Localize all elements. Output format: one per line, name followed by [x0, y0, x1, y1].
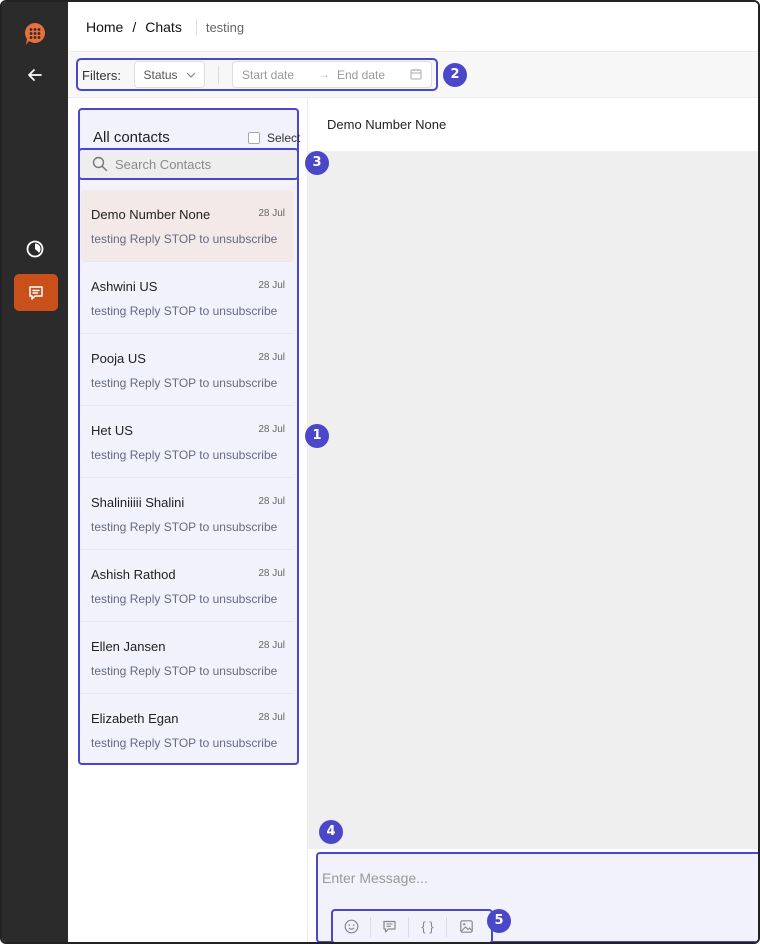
contact-preview: testing Reply STOP to unsubscribe: [91, 376, 278, 390]
contact-preview: testing Reply STOP to unsubscribe: [91, 592, 278, 606]
contact-date: 28 Jul: [258, 208, 285, 219]
clock-icon[interactable]: [25, 239, 45, 259]
image-button[interactable]: [447, 917, 485, 937]
composer-box: { }: [316, 852, 758, 942]
date-range-picker[interactable]: Start date → End date: [232, 61, 432, 88]
contact-list: Demo Number None 28 Jul testing Reply ST…: [81, 190, 294, 766]
breadcrumb: Home / Chats testing: [86, 19, 244, 35]
annotation-badge-3: 3: [305, 151, 329, 175]
contact-item[interactable]: Shaliniiiii Shalini 28 Jul testing Reply…: [81, 478, 294, 550]
template-icon: [383, 920, 396, 933]
contact-preview: testing Reply STOP to unsubscribe: [91, 736, 278, 750]
contact-name: Ashish Rathod: [91, 567, 176, 582]
image-icon: [459, 920, 473, 933]
variable-icon: { }: [421, 919, 434, 934]
search-input[interactable]: [115, 154, 285, 174]
search-icon: [92, 156, 108, 172]
contact-preview: testing Reply STOP to unsubscribe: [91, 232, 278, 246]
breadcrumb-home[interactable]: Home: [86, 19, 123, 35]
message-input[interactable]: [322, 868, 742, 888]
nav-rail: [2, 2, 68, 942]
composer-toolbar: { }: [331, 909, 493, 942]
contact-name: Ashwini US: [91, 279, 158, 294]
contact-date: 28 Jul: [258, 496, 285, 507]
message-composer: { }: [308, 849, 758, 942]
contact-name: Pooja US: [91, 351, 146, 366]
contact-name: Het US: [91, 423, 133, 438]
contact-item[interactable]: Ellen Jansen 28 Jul testing Reply STOP t…: [81, 622, 294, 694]
annotation-badge-2: 2: [443, 63, 467, 87]
end-date-input[interactable]: End date: [337, 68, 385, 82]
contact-date: 28 Jul: [258, 568, 285, 579]
filters-label: Filters:: [82, 68, 121, 83]
chat-message-area: [308, 151, 758, 849]
contact-item[interactable]: Het US 28 Jul testing Reply STOP to unsu…: [81, 406, 294, 478]
contact-date: 28 Jul: [258, 712, 285, 723]
contact-name: Elizabeth Egan: [91, 711, 179, 726]
breadcrumb-separator: /: [132, 19, 137, 35]
contact-date: 28 Jul: [258, 424, 285, 435]
contact-preview: testing Reply STOP to unsubscribe: [91, 520, 278, 534]
chevron-down-icon: [186, 72, 195, 78]
contact-preview: testing Reply STOP to unsubscribe: [91, 304, 278, 318]
back-arrow-icon[interactable]: [24, 66, 46, 88]
contact-name: Ellen Jansen: [91, 639, 166, 654]
contacts-panel: All contacts Select Demo Number None 28 …: [68, 98, 308, 942]
chat-icon: [29, 285, 43, 300]
annotation-badge-5: 5: [487, 909, 511, 933]
breadcrumb-chats[interactable]: Chats: [145, 19, 182, 35]
emoji-button[interactable]: [333, 916, 371, 937]
start-date-input[interactable]: Start date: [242, 68, 294, 82]
select-checkbox[interactable]: [248, 132, 260, 144]
filter-divider: [218, 66, 219, 84]
select-all-toggle[interactable]: Select: [248, 131, 300, 145]
contact-item[interactable]: Ashish Rathod 28 Jul testing Reply STOP …: [81, 550, 294, 622]
annotation-badge-4: 4: [319, 820, 343, 844]
contact-preview: testing Reply STOP to unsubscribe: [91, 664, 278, 678]
brand-logo-icon[interactable]: [24, 22, 46, 46]
contact-item[interactable]: Elizabeth Egan 28 Jul testing Reply STOP…: [81, 694, 294, 766]
chat-contact-name: Demo Number None: [327, 117, 447, 132]
date-range-arrow: →: [318, 67, 330, 81]
status-filter-dropdown[interactable]: Status: [134, 61, 205, 88]
contact-name: Shaliniiiii Shalini: [91, 495, 185, 510]
campaign-name: testing: [205, 19, 245, 35]
search-contacts-box[interactable]: [78, 148, 299, 180]
app-window: Home / Chats testing Filters: Status Sta…: [0, 0, 760, 944]
status-filter-label: Status: [143, 67, 178, 82]
contact-preview: testing Reply STOP to unsubscribe: [91, 448, 278, 462]
chats-nav-button[interactable]: [14, 274, 58, 311]
annotation-badge-1: 1: [305, 424, 329, 448]
filter-bar: Filters: Status Start date → End date 2: [68, 52, 758, 98]
contact-date: 28 Jul: [258, 280, 285, 291]
chat-header: Demo Number None: [308, 98, 758, 151]
contact-item[interactable]: Demo Number None 28 Jul testing Reply ST…: [81, 190, 294, 262]
template-button[interactable]: [371, 916, 409, 937]
variable-button[interactable]: { }: [409, 916, 447, 937]
select-label: Select: [267, 131, 301, 145]
breadcrumb-divider: [195, 19, 197, 35]
emoji-icon: [344, 919, 359, 934]
calendar-icon[interactable]: [410, 68, 422, 80]
top-header: Home / Chats testing: [68, 2, 758, 52]
contacts-title: All contacts: [93, 129, 170, 146]
contact-date: 28 Jul: [258, 352, 285, 363]
contact-date: 28 Jul: [258, 640, 285, 651]
contact-item[interactable]: Pooja US 28 Jul testing Reply STOP to un…: [81, 334, 294, 406]
contact-item[interactable]: Ashwini US 28 Jul testing Reply STOP to …: [81, 262, 294, 334]
contact-name: Demo Number None: [91, 207, 211, 222]
